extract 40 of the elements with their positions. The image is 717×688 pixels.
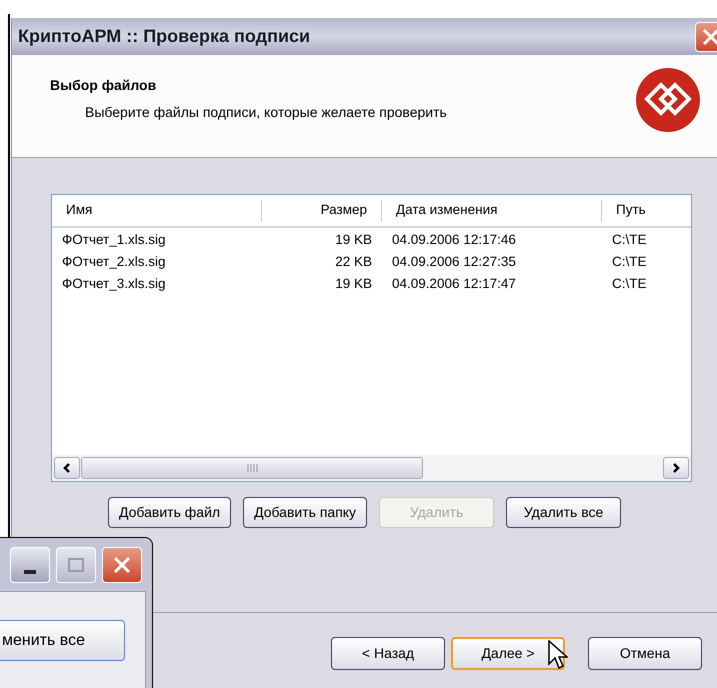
- table-cell-text: C:\TE: [611, 230, 648, 249]
- column-header[interactable]: Имя: [52, 200, 262, 222]
- column-header[interactable]: Путь: [602, 200, 682, 222]
- table-cell-text: 04.09.2006 12:17:46: [391, 230, 517, 249]
- step-subtitle: Выберите файлы подписи, которые желаете проверить: [85, 103, 447, 122]
- mouse-cursor-icon: [548, 640, 568, 670]
- table-cell-text: C:\TE: [611, 252, 648, 271]
- list-action-button[interactable]: Добавить папку: [243, 497, 368, 528]
- table-cell-text: 04.09.2006 12:27:35: [391, 252, 517, 271]
- close-button[interactable]: [102, 547, 142, 583]
- step-title: Выбор файлов: [50, 76, 158, 95]
- minimize-icon: [24, 570, 36, 574]
- table-cell-text: 19 KB: [334, 230, 373, 249]
- grip-icon: [246, 464, 258, 472]
- list-action-button[interactable]: Удалить все: [506, 497, 622, 528]
- close-icon: [702, 28, 717, 46]
- maximize-icon: [68, 558, 84, 572]
- list-action-button[interactable]: Добавить файл: [108, 497, 232, 528]
- scroll-left-button[interactable]: [54, 457, 80, 479]
- scroll-right-button[interactable]: [663, 457, 689, 479]
- table-cell-text: ФОтчет_3.xls.sig: [61, 274, 166, 293]
- table-cell-text: 22 KB: [334, 252, 373, 271]
- table-cell-text: C:\TE: [611, 274, 648, 293]
- maximize-button[interactable]: [56, 547, 96, 583]
- table-cell-text: 19 KB: [334, 274, 373, 293]
- file-list[interactable]: Имя Размер Дата изменения Путь ФОтчет_1.xls.sig 19 KB 04.09.2006 12:17:46 C:\TE ФОтчет_2.xls.sig 22 KB 04.09.2006 12:27:35 C:\TE ФОтчет_3.xls.sig 19 KB 04.09.2006 12:17:47 C:\TE: [51, 194, 692, 482]
- table-cell-text: ФОтчет_2.xls.sig: [61, 252, 166, 271]
- minimize-button[interactable]: [10, 547, 50, 583]
- window-title: КриптоАРМ :: Проверка подписи: [18, 25, 310, 48]
- scroll-thumb[interactable]: [81, 457, 423, 479]
- replace-all-button[interactable]: менить все: [0, 620, 125, 661]
- wizard-button[interactable]: < Назад: [331, 637, 445, 670]
- table-cell-text: ФОтчет_1.xls.sig: [61, 230, 166, 249]
- logo-icon: [635, 67, 701, 133]
- horizontal-scrollbar[interactable]: [52, 455, 691, 481]
- column-header[interactable]: Размер: [262, 200, 382, 222]
- wizard-button[interactable]: Отмена: [588, 637, 702, 670]
- table-cell-text: 04.09.2006 12:17:47: [391, 274, 517, 293]
- column-header[interactable]: Дата изменения: [382, 200, 602, 222]
- close-icon: [113, 556, 131, 574]
